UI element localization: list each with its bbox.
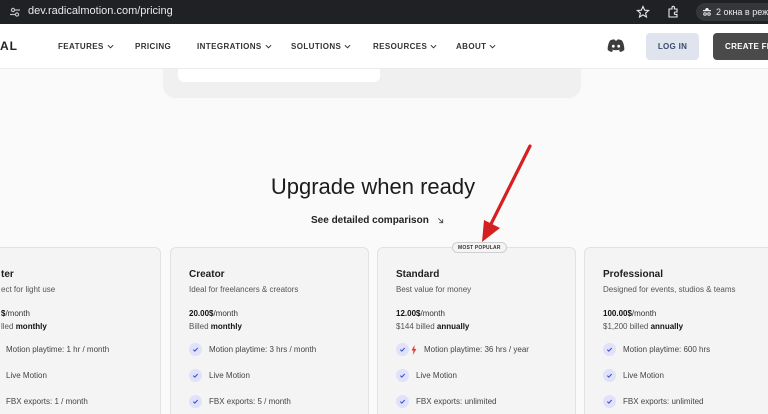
plan-billing: lled monthly — [1, 322, 47, 331]
plan-feature: Live Motion — [189, 369, 250, 382]
plan-feature-text: Motion playtime: 36 hrs / year — [424, 345, 529, 354]
plan-card-creator: Creator Ideal for freelancers & creators… — [170, 247, 369, 414]
plan-feature: FBX exports: 5 / month — [189, 395, 291, 408]
chevron-down-icon — [489, 44, 496, 49]
plan-billing: Billed monthly — [189, 322, 242, 331]
check-icon — [603, 343, 616, 356]
plan-price: 20.00$/month — [189, 309, 238, 318]
site-logo[interactable]: AL — [0, 39, 18, 53]
detailed-comparison-label: See detailed comparison — [311, 215, 429, 226]
plan-feature-text: Motion playtime: 3 hrs / month — [209, 345, 317, 354]
incognito-profile-button[interactable]: 2 окна в режи — [696, 3, 768, 21]
site-settings-icon[interactable] — [9, 6, 21, 18]
check-icon — [603, 395, 616, 408]
lightning-icon — [411, 344, 417, 355]
plan-price: $/month — [1, 309, 30, 318]
chevron-down-icon — [430, 44, 437, 49]
site-header: AL FEATURES PRICING INTEGRATIONS SOLUTIO… — [0, 24, 768, 69]
plan-feature-text: Live Motion — [209, 371, 250, 380]
section-heading: Upgrade when ready — [270, 174, 476, 199]
arrow-down-right-icon — [437, 218, 443, 224]
plan-description: Designed for events, studios & teams — [603, 285, 736, 294]
detailed-comparison-link[interactable]: See detailed comparison — [311, 215, 444, 226]
nav-resources[interactable]: RESOURCES — [373, 42, 437, 51]
plan-card-professional: Professional Designed for events, studio… — [584, 247, 768, 414]
nav-about[interactable]: ABOUT — [456, 42, 496, 51]
nav-solutions[interactable]: SOLUTIONS — [291, 42, 351, 51]
check-icon — [396, 343, 409, 356]
bookmark-star-icon[interactable] — [636, 5, 650, 19]
plan-description: Best value for money — [396, 285, 472, 294]
nav-integrations-label: INTEGRATIONS — [197, 42, 262, 51]
check-icon — [189, 369, 202, 382]
check-icon — [396, 369, 409, 382]
plan-name: Professional — [603, 269, 664, 280]
check-icon — [396, 395, 409, 408]
nav-solutions-label: SOLUTIONS — [291, 42, 342, 51]
plan-feature-text: FBX exports: unlimited — [623, 397, 704, 406]
plan-feature-text: FBX exports: unlimited — [416, 397, 497, 406]
plan-feature: FBX exports: unlimited — [603, 395, 703, 408]
extensions-icon[interactable] — [666, 5, 680, 19]
plan-price: 12.00$/month — [396, 309, 445, 318]
check-icon — [603, 369, 616, 382]
nav-features[interactable]: FEATURES — [58, 42, 114, 51]
plan-feature: Motion playtime: 3 hrs / month — [189, 343, 316, 356]
plan-feature: Live Motion — [396, 369, 457, 382]
plan-card-standard: Standard Best value for money 12.00$/mon… — [377, 247, 576, 414]
plan-feature-text: FBX exports: 5 / month — [209, 397, 291, 406]
discord-icon[interactable] — [606, 38, 626, 54]
plan-description: ect for light use — [1, 285, 56, 294]
plan-feature: Motion playtime: 600 hrs — [603, 343, 710, 356]
plan-name: ter — [1, 269, 14, 280]
chevron-down-icon — [265, 44, 272, 49]
chevron-down-icon — [344, 44, 351, 49]
incognito-icon — [703, 8, 711, 16]
nav-pricing-label: PRICING — [135, 42, 172, 51]
plan-feature-text: Motion playtime: 600 hrs — [623, 345, 711, 354]
nav-resources-label: RESOURCES — [373, 42, 428, 51]
create-account-button[interactable]: CREATE FRE — [713, 33, 768, 60]
plan-feature: FBX exports: 1 / month — [6, 397, 88, 406]
plan-name: Standard — [396, 269, 440, 280]
nav-features-label: FEATURES — [58, 42, 104, 51]
annotation-arrow-icon — [482, 144, 532, 242]
plan-feature: Live Motion — [6, 371, 47, 380]
plan-billing: $144 billed annually — [396, 322, 470, 331]
chevron-down-icon — [107, 44, 114, 49]
login-button[interactable]: LOG IN — [646, 33, 699, 60]
profile-label: 2 окна в режи — [716, 7, 768, 17]
plan-feature: Live Motion — [603, 369, 664, 382]
plan-name: Creator — [189, 269, 225, 280]
nav-about-label: ABOUT — [456, 42, 487, 51]
plan-description: Ideal for freelancers & creators — [189, 285, 299, 294]
check-icon — [189, 395, 202, 408]
check-icon — [189, 343, 202, 356]
plan-feature: Motion playtime: 36 hrs / year — [396, 343, 529, 356]
plan-feature: Motion playtime: 1 hr / month — [6, 345, 110, 354]
nav-pricing[interactable]: PRICING — [135, 42, 171, 51]
address-bar[interactable]: dev.radicalmotion.com/pricing — [28, 5, 173, 17]
browser-toolbar: dev.radicalmotion.com/pricing 2 окна в р… — [0, 0, 768, 24]
plan-feature: FBX exports: unlimited — [396, 395, 496, 408]
plan-billing: $1,200 billed annually — [603, 322, 684, 331]
nav-integrations[interactable]: INTEGRATIONS — [197, 42, 272, 51]
plan-price: 100.00$/month — [603, 309, 657, 318]
plan-feature-text: Live Motion — [416, 371, 457, 380]
plan-card-starter: ter ect for light use $/month lled month… — [0, 247, 161, 414]
plan-feature-text: Live Motion — [623, 371, 664, 380]
